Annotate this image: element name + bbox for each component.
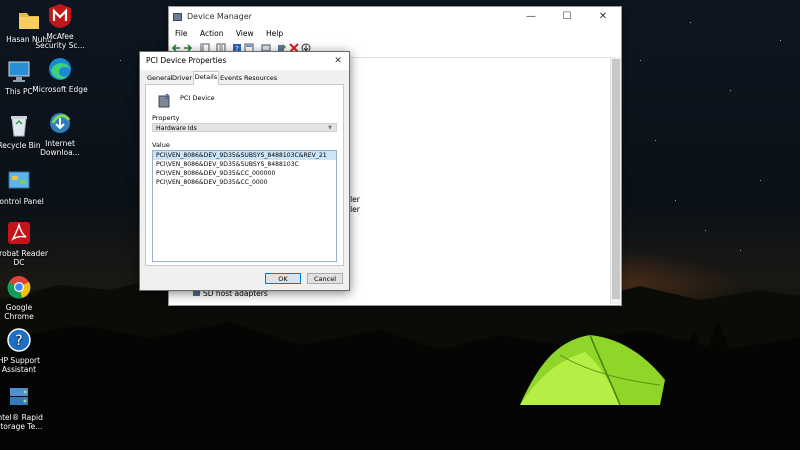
desktop-icon-label: McAfee Security Sc... (35, 32, 85, 50)
value-list-item[interactable]: PCI\VEN_8086&DEV_9D35&CC_0000 (153, 178, 336, 187)
desktop-icon-label: Internet Downloa... (40, 139, 80, 157)
scrollbar-thumb[interactable] (612, 59, 620, 299)
value-list-item[interactable]: PCI\VEN_8086&DEV_9D35&SUBSYS_8488103C (153, 160, 336, 169)
unknown-device-icon: ? (158, 93, 170, 108)
pci-device-properties-dialog[interactable]: PCI Device Properties ✕ General Driver D… (139, 51, 350, 291)
property-label: Property (152, 114, 180, 122)
dialog-titlebar[interactable]: PCI Device Properties ✕ (140, 52, 349, 70)
device-manager-titlebar[interactable]: Device Manager — ☐ ✕ (169, 7, 621, 27)
edge-icon (47, 56, 73, 82)
desktop-icon-label: Microsoft Edge (32, 85, 88, 94)
chevron-down-icon: ▼ (328, 125, 332, 131)
desktop-icon-intel-rapid-storage[interactable]: Intel® Rapid Storage Te... (0, 384, 48, 431)
svg-text:?: ? (165, 93, 169, 101)
ok-button[interactable]: OK (265, 273, 301, 284)
dialog-close-button[interactable]: ✕ (327, 52, 349, 70)
window-title: Device Manager (187, 12, 252, 21)
value-list[interactable]: PCI\VEN_8086&DEV_9D35&SUBSYS_8488103C&RE… (152, 150, 337, 262)
maximize-button[interactable]: ☐ (549, 7, 585, 27)
close-button[interactable]: ✕ (585, 7, 621, 27)
desktop-icon-control-panel[interactable]: Control Panel (0, 168, 48, 206)
recycle-bin-icon (6, 112, 32, 138)
control-panel-icon (6, 168, 32, 194)
menu-file[interactable]: File (175, 29, 188, 38)
details-panel: ? PCI Device Property Hardware Ids ▼ Val… (145, 84, 344, 266)
tab-details[interactable]: Details (193, 71, 219, 85)
menu-bar: File Action View Help (169, 27, 621, 41)
property-dropdown-value: Hardware Ids (156, 125, 197, 132)
cancel-button[interactable]: Cancel (307, 273, 343, 284)
property-dropdown[interactable]: Hardware Ids ▼ (152, 123, 337, 132)
vertical-scrollbar[interactable] (610, 57, 621, 304)
desktop-icon-label: Acrobat Reader DC (0, 249, 48, 267)
minimize-button[interactable]: — (513, 7, 549, 27)
mcafee-icon (47, 3, 73, 29)
desktop-icon-mcafee[interactable]: McAfee Security Sc... (31, 3, 89, 50)
acrobat-icon (6, 220, 32, 246)
computer-icon (6, 58, 32, 84)
device-manager-app-icon (173, 13, 182, 21)
svg-text:?: ? (15, 333, 22, 349)
desktop-icon-hp-support-assistant[interactable]: ? HP Support Assistant (0, 327, 48, 374)
value-list-item[interactable]: PCI\VEN_8086&DEV_9D35&SUBSYS_8488103C&RE… (153, 151, 336, 160)
help-icon: ? (6, 327, 32, 353)
menu-action[interactable]: Action (200, 29, 224, 38)
chrome-icon (6, 274, 32, 300)
menu-view[interactable]: View (236, 29, 254, 38)
desktop-icon-label: Intel® Rapid Storage Te... (0, 413, 43, 431)
intel-storage-icon (6, 384, 32, 410)
value-label: Value (152, 141, 170, 149)
desktop-icon-label: HP Support Assistant (0, 356, 41, 374)
desktop-icon-acrobat-reader[interactable]: Acrobat Reader DC (0, 220, 48, 267)
desktop-icon-label: Control Panel (0, 197, 44, 206)
menu-help[interactable]: Help (266, 29, 283, 38)
desktop-icon-label: Google Chrome (4, 303, 34, 321)
desktop-icon-edge[interactable]: Microsoft Edge (31, 56, 89, 94)
desktop-icon-internet-download-manager[interactable]: Internet Downloa... (31, 110, 89, 157)
idm-icon (47, 110, 73, 136)
desktop-icon-google-chrome[interactable]: Google Chrome (0, 274, 48, 321)
value-list-item[interactable]: PCI\VEN_8086&DEV_9D35&CC_000000 (153, 169, 336, 178)
dialog-title: PCI Device Properties (146, 56, 227, 65)
device-name: PCI Device (180, 94, 215, 102)
